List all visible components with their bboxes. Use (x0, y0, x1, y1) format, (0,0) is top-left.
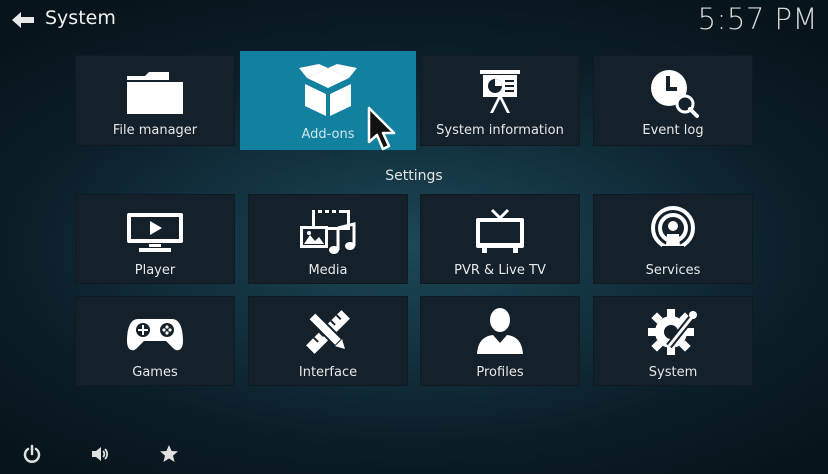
tile-media[interactable]: Media (248, 194, 408, 284)
tile-label: System (648, 365, 698, 380)
tile-label: Services (645, 263, 701, 278)
tile-player[interactable]: Player (75, 194, 235, 284)
tile-pvr-live-tv[interactable]: PVR & Live TV (420, 194, 580, 284)
tv-icon (476, 208, 524, 253)
tile-label: PVR & Live TV (454, 263, 546, 278)
clock: 5:57 PM (697, 2, 818, 36)
header: System 5:57 PM (0, 0, 828, 40)
broadcast-icon (651, 206, 695, 252)
tile-label: Media (308, 263, 348, 278)
clock-search-icon (651, 70, 699, 118)
tile-games[interactable]: Games (75, 296, 235, 386)
media-icon (300, 210, 356, 254)
power-icon[interactable] (22, 444, 42, 464)
ruler-pencil-icon (306, 310, 350, 354)
tile-profiles[interactable]: Profiles (420, 296, 580, 386)
volume-icon[interactable] (90, 444, 110, 464)
tile-label: Games (132, 365, 178, 380)
tile-event-log[interactable]: Event log (593, 55, 753, 146)
tile-label: Profiles (476, 365, 524, 380)
gear-tools-icon (648, 309, 697, 355)
tile-system[interactable]: System (593, 296, 753, 386)
folder-icon (127, 72, 183, 114)
tile-label: Interface (298, 365, 358, 380)
settings-heading: Settings (385, 168, 443, 184)
tile-label: System information (436, 123, 564, 138)
back-arrow-icon[interactable] (10, 10, 36, 30)
user-icon (477, 308, 523, 354)
tile-label: Player (134, 263, 176, 278)
mouse-cursor-icon (367, 106, 396, 151)
gamepad-icon (127, 319, 183, 351)
tile-label: File manager (112, 123, 198, 138)
play-screen-icon (127, 213, 183, 252)
presentation-icon (480, 70, 520, 113)
tile-system-information[interactable]: System information (420, 55, 580, 146)
tile-services[interactable]: Services (593, 194, 753, 284)
box-icon (299, 64, 357, 116)
tile-label: Event log (642, 123, 704, 138)
tile-interface[interactable]: Interface (248, 296, 408, 386)
page-title: System (45, 7, 116, 29)
tile-file-manager[interactable]: File manager (75, 55, 235, 146)
star-icon[interactable] (159, 444, 179, 464)
